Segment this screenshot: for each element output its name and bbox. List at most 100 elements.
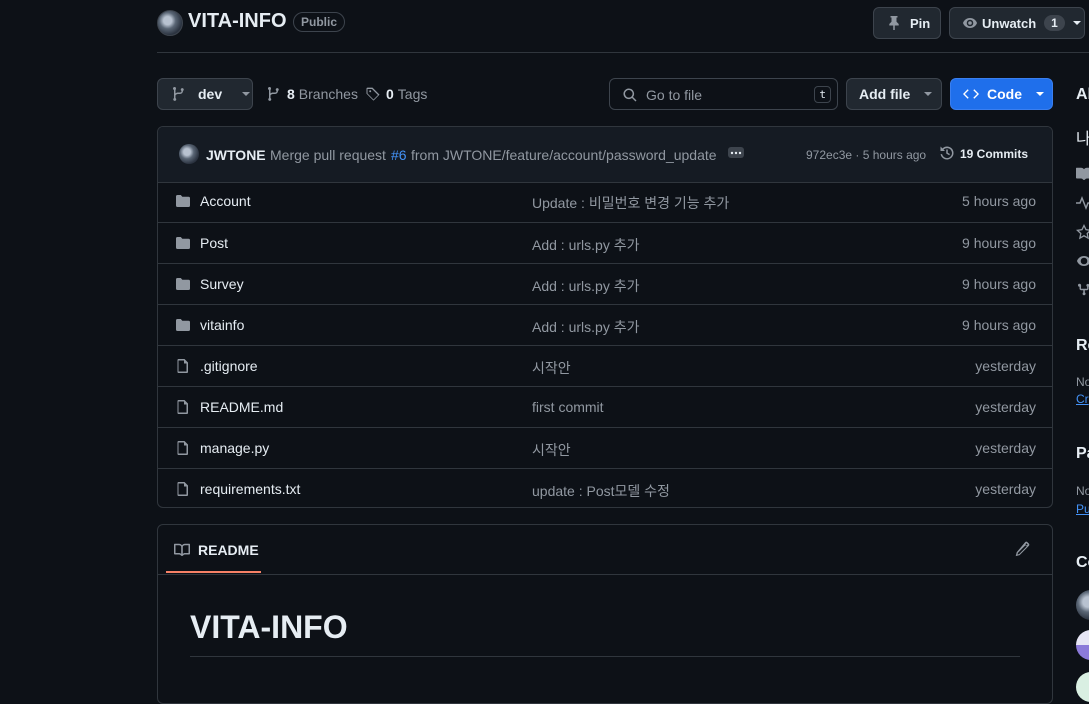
file-browser: JWTONE Merge pull request #6 from JWTONE… xyxy=(157,126,1053,508)
file-commit-message[interactable]: 시작안 xyxy=(532,358,571,378)
more-icon[interactable] xyxy=(728,147,744,158)
pin-button[interactable]: Pin xyxy=(873,7,941,39)
contributor-avatar[interactable] xyxy=(1076,630,1089,660)
file-name[interactable]: Survey xyxy=(200,276,244,292)
fork-icon[interactable] xyxy=(1076,282,1089,298)
file-icon xyxy=(175,440,191,456)
commit-sha-time[interactable]: 972ec3e · 5 hours ago xyxy=(806,148,926,162)
file-name[interactable]: Post xyxy=(200,235,228,251)
file-commit-message[interactable]: Add : urls.py 추가 xyxy=(532,276,639,296)
file-commit-message[interactable]: first commit xyxy=(532,399,604,415)
repo-title[interactable]: VITA-INFO xyxy=(188,10,287,33)
releases-note: No xyxy=(1076,375,1089,389)
file-commit-message[interactable]: update : Post모델 수정 xyxy=(532,481,670,501)
file-icon xyxy=(175,399,191,415)
packages-link[interactable]: Pu xyxy=(1076,502,1089,516)
commits-count-link[interactable]: 19 Commits xyxy=(960,147,1028,161)
contributor-avatar[interactable] xyxy=(1076,672,1089,702)
readme-heading-rule xyxy=(190,656,1020,657)
add-file-button[interactable]: Add file xyxy=(846,78,942,110)
code-button[interactable]: Code xyxy=(950,78,1053,110)
add-file-label: Add file xyxy=(859,86,911,102)
file-row[interactable]: Account Update : 비밀번호 변경 기능 추가 5 hours a… xyxy=(158,181,1052,222)
go-to-file-placeholder: Go to file xyxy=(646,87,703,103)
file-row[interactable]: .gitignore 시작안 yesterday xyxy=(158,345,1052,386)
file-name[interactable]: .gitignore xyxy=(200,358,258,374)
file-commit-message[interactable]: 시작안 xyxy=(532,440,571,460)
file-age: 9 hours ago xyxy=(962,276,1036,292)
pin-label: Pin xyxy=(910,15,931,31)
header-divider xyxy=(157,52,1089,53)
readme-tabbar: README xyxy=(158,525,1052,575)
commit-message-suffix[interactable]: from JWTONE/feature/account/password_upd… xyxy=(411,147,717,163)
file-name[interactable]: README.md xyxy=(200,399,283,415)
go-to-file-input[interactable]: Go to file t xyxy=(609,78,838,110)
commit-author[interactable]: JWTONE xyxy=(206,147,266,163)
code-icon xyxy=(963,86,979,102)
file-age: yesterday xyxy=(975,440,1036,456)
history-icon xyxy=(939,145,955,161)
star-icon[interactable] xyxy=(1076,224,1089,240)
file-row[interactable]: Post Add : urls.py 추가 9 hours ago xyxy=(158,222,1052,263)
pencil-icon[interactable] xyxy=(1014,541,1030,557)
file-row[interactable]: manage.py 시작안 yesterday xyxy=(158,427,1052,468)
readme-link-icon[interactable] xyxy=(1076,166,1089,182)
file-age: 9 hours ago xyxy=(962,317,1036,333)
eye-icon xyxy=(962,15,978,31)
branches-label: Branches xyxy=(298,86,358,102)
repo-owner-avatar[interactable] xyxy=(157,10,183,36)
tag-icon xyxy=(365,86,381,102)
file-icon xyxy=(175,481,191,497)
code-label: Code xyxy=(987,86,1022,102)
about-heading: Al xyxy=(1076,86,1089,103)
file-age: yesterday xyxy=(975,399,1036,415)
commit-author-avatar[interactable] xyxy=(179,144,199,164)
watch-count: 1 xyxy=(1044,15,1065,31)
branches-link[interactable]: 8 Branches xyxy=(266,86,358,102)
file-age: yesterday xyxy=(975,358,1036,374)
branches-count: 8 xyxy=(287,86,295,102)
file-commit-message[interactable]: Add : urls.py 추가 xyxy=(532,317,639,337)
branch-selector[interactable]: dev xyxy=(157,78,253,110)
branch-icon xyxy=(171,86,187,102)
folder-icon xyxy=(175,276,191,292)
commit-message-prefix[interactable]: Merge pull request xyxy=(270,147,386,163)
tags-label: Tags xyxy=(397,86,428,102)
file-name[interactable]: requirements.txt xyxy=(200,481,300,497)
file-row[interactable]: README.md first commit yesterday xyxy=(158,386,1052,427)
unwatch-button[interactable]: Unwatch 1 xyxy=(949,7,1085,39)
readme-tab-underline xyxy=(166,571,261,573)
activity-icon[interactable] xyxy=(1076,195,1089,211)
contributor-avatar[interactable] xyxy=(1076,590,1089,620)
chevron-down-icon xyxy=(1072,21,1081,25)
chevron-down-icon xyxy=(1036,92,1044,96)
packages-heading: Pa xyxy=(1076,445,1089,462)
file-row[interactable]: Survey Add : urls.py 추가 9 hours ago xyxy=(158,263,1052,304)
unwatch-label: Unwatch xyxy=(982,15,1037,31)
readme-panel: README VITA-INFO xyxy=(157,524,1053,704)
pin-icon xyxy=(886,15,902,31)
readme-heading: VITA-INFO xyxy=(190,609,348,645)
file-age: 9 hours ago xyxy=(962,235,1036,251)
chevron-down-icon xyxy=(242,92,251,96)
tags-link[interactable]: 0 Tags xyxy=(365,86,427,102)
commit-pr-link[interactable]: #6 xyxy=(391,147,407,163)
file-name[interactable]: vitainfo xyxy=(200,317,244,333)
file-name[interactable]: Account xyxy=(200,193,251,209)
readme-tab[interactable]: README xyxy=(174,542,259,558)
file-row[interactable]: requirements.txt update : Post모델 수정 yest… xyxy=(158,468,1052,507)
packages-note: No xyxy=(1076,484,1089,498)
chevron-down-icon xyxy=(924,92,933,96)
branch-icon xyxy=(266,86,282,102)
folder-icon xyxy=(175,193,191,209)
file-row[interactable]: vitainfo Add : urls.py 추가 9 hours ago xyxy=(158,304,1052,345)
file-commit-message[interactable]: Add : urls.py 추가 xyxy=(532,235,639,255)
shortcut-key: t xyxy=(814,86,831,103)
releases-link[interactable]: Cr xyxy=(1076,392,1089,406)
repo-description: 나 xyxy=(1076,131,1089,148)
file-age: 5 hours ago xyxy=(962,193,1036,209)
file-commit-message[interactable]: Update : 비밀번호 변경 기능 추가 xyxy=(532,193,729,213)
file-name[interactable]: manage.py xyxy=(200,440,269,456)
latest-commit-bar: JWTONE Merge pull request #6 from JWTONE… xyxy=(158,127,1052,183)
eye-icon[interactable] xyxy=(1076,253,1089,269)
